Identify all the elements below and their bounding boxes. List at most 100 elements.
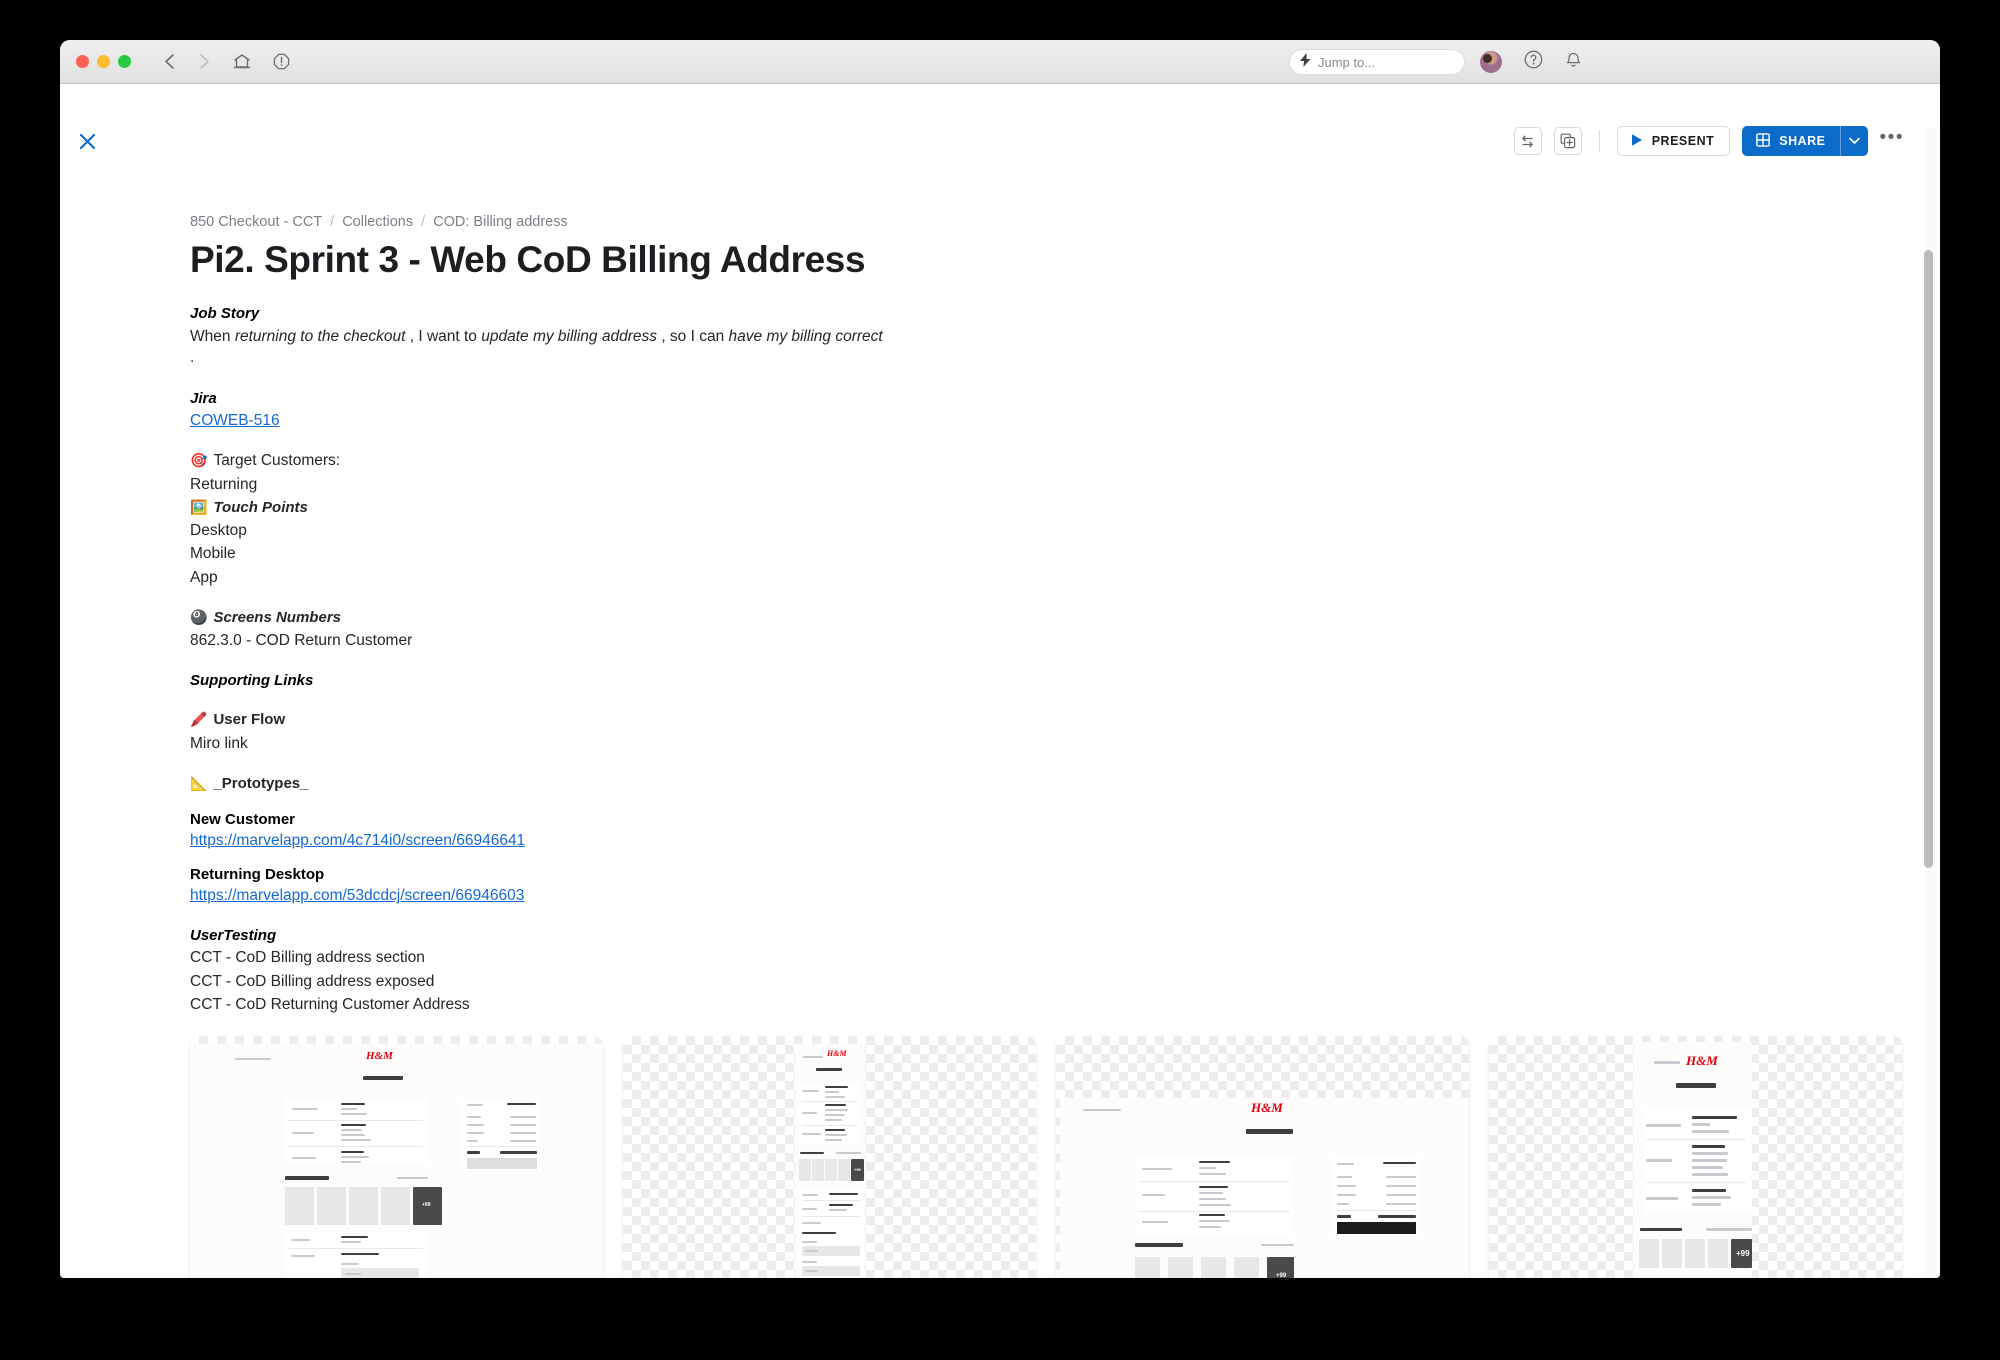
touch-point-app: App xyxy=(190,568,218,586)
user-testing-section: UserTesting CCT - CoD Billing address se… xyxy=(190,927,1880,1014)
screen-thumbnails: H&M +99 H&M +99 H&M +99 H&M +99 xyxy=(190,1036,1902,1278)
hm-logo: H&M xyxy=(1251,1100,1283,1115)
jira-section: Jira COWEB-516 xyxy=(190,390,1880,430)
hm-logo: H&M xyxy=(366,1050,393,1062)
lightning-icon xyxy=(1300,52,1311,72)
framed-picture-emoji: 🖼️ xyxy=(190,498,208,515)
browser-window: Jump to... PRESENT SHARE ••• 850 Checkou… xyxy=(60,40,1940,1278)
minimize-window-button[interactable] xyxy=(97,55,110,68)
prototype-link-new-customer[interactable]: https://marvelapp.com/4c714i0/screen/669… xyxy=(190,832,525,850)
overflow-badge: +99 xyxy=(1736,1249,1750,1258)
hm-logo: H&M xyxy=(1686,1053,1718,1068)
breadcrumb-separator: / xyxy=(330,214,335,230)
compare-versions-icon[interactable] xyxy=(1513,127,1542,155)
prototypes-heading: _Prototypes_ xyxy=(213,775,309,793)
page-title: Pi2. Sprint 3 - Web CoD Billing Address xyxy=(190,239,866,280)
prototype-link-returning-desktop[interactable]: https://marvelapp.com/53dcdcj/screen/669… xyxy=(190,887,524,905)
touch-points-heading: Touch Points xyxy=(213,498,308,516)
user-testing-heading: UserTesting xyxy=(190,927,277,945)
user-flow-heading: User Flow xyxy=(213,711,286,729)
close-window-button[interactable] xyxy=(76,55,89,68)
job-story-outcome: have my billing correct xyxy=(728,328,883,345)
share-button[interactable]: SHARE xyxy=(1742,126,1840,156)
stop-icon[interactable] xyxy=(273,53,290,70)
overflow-badge: +99 xyxy=(854,1167,861,1172)
jira-heading: Jira xyxy=(190,390,217,408)
thumbnail-desktop-cod-returning-customer[interactable]: H&M +99 xyxy=(1056,1036,1469,1278)
breadcrumb-item-collections[interactable]: Collections xyxy=(342,214,413,230)
target-customers-section: 🎯 Target Customers: Returning xyxy=(190,452,1880,494)
target-customers-heading: Target Customers: xyxy=(213,452,341,470)
present-label: PRESENT xyxy=(1651,134,1715,148)
help-icon[interactable] xyxy=(1524,50,1543,74)
forward-icon[interactable] xyxy=(198,53,211,70)
touch-points-section: 🖼️ Touch Points Desktop Mobile App xyxy=(190,499,1880,587)
back-icon[interactable] xyxy=(163,53,176,70)
supporting-links-section: Supporting Links xyxy=(190,672,1880,689)
share-dropdown-caret[interactable] xyxy=(1839,126,1868,156)
avatar[interactable] xyxy=(1480,51,1502,73)
thumbnail-desktop-cod-new-customer[interactable]: H&M +99 xyxy=(190,1036,603,1278)
target-customers-value: Returning xyxy=(190,475,258,493)
prototypes-section: 📐 _Prototypes_ New Customer https://marve… xyxy=(190,775,1880,905)
job-story-text: When returning to the checkout , I want … xyxy=(190,327,890,368)
overflow-badge: +99 xyxy=(422,1202,431,1208)
scrollbar-thumb[interactable] xyxy=(1924,250,1933,868)
share-grid-icon xyxy=(1756,132,1771,150)
share-button-group: SHARE xyxy=(1742,126,1868,156)
dart-emoji: 🎯 xyxy=(190,452,208,469)
breadcrumb: 850 Checkout - CCT / Collections / COD: … xyxy=(190,214,1880,230)
breadcrumb-item-project[interactable]: 850 Checkout - CCT xyxy=(190,214,322,230)
play-icon xyxy=(1630,133,1643,150)
screens-numbers-heading: Screens Numbers xyxy=(213,608,341,626)
document-toolbar: PRESENT SHARE ••• xyxy=(1513,126,1904,156)
user-testing-item: CCT - CoD Billing address section xyxy=(190,949,425,967)
touch-point-desktop: Desktop xyxy=(190,522,247,540)
share-label: SHARE xyxy=(1779,134,1826,148)
jump-to-search[interactable]: Jump to... xyxy=(1289,49,1465,75)
thumbnail-mobile-cod-returning-customer[interactable]: H&M +99 xyxy=(1489,1036,1902,1278)
app-content: PRESENT SHARE ••• 850 Checkout - CCT / C… xyxy=(60,84,1940,1278)
user-testing-item: CCT - CoD Returning Customer Address xyxy=(190,995,470,1013)
traffic-lights xyxy=(76,55,131,68)
maximize-window-button[interactable] xyxy=(118,55,131,68)
job-story-motivation: update my billing address xyxy=(481,328,658,345)
jira-ticket-link[interactable]: COWEB-516 xyxy=(190,412,280,430)
hm-logo: H&M xyxy=(827,1049,847,1058)
screens-numbers-section: 🎱 Screens Numbers 862.3.0 - COD Return Cu… xyxy=(190,609,1880,651)
more-options-button[interactable]: ••• xyxy=(1880,128,1904,154)
job-story-so: , so I can xyxy=(657,328,729,345)
close-doc-button[interactable] xyxy=(74,128,100,154)
browser-right-controls xyxy=(1480,40,1582,84)
notifications-icon[interactable] xyxy=(1565,50,1582,74)
breadcrumb-item-current[interactable]: COD: Billing address xyxy=(433,214,568,230)
toolbar-divider xyxy=(1598,130,1600,152)
thumbnail-mobile-cod-new-customer[interactable]: H&M +99 xyxy=(623,1036,1036,1278)
job-story-suffix: . xyxy=(190,348,195,366)
pencil-emoji: 🖍️ xyxy=(190,711,208,728)
user-flow-section: 🖍️ User Flow Miro link xyxy=(190,711,1880,753)
user-testing-item: CCT - CoD Billing address exposed xyxy=(190,972,435,990)
triangular-ruler-emoji: 📐 xyxy=(190,775,208,792)
user-flow-value: Miro link xyxy=(190,734,248,752)
prototype-label-new-customer: New Customer xyxy=(190,811,296,829)
job-story-want: , I want to xyxy=(405,328,482,345)
job-story-section: Job Story When returning to the checkout… xyxy=(190,305,1880,368)
browser-chrome: Jump to... xyxy=(60,40,1940,84)
document-body: 850 Checkout - CCT / Collections / COD: … xyxy=(190,214,1880,1073)
supporting-links-heading: Supporting Links xyxy=(190,672,314,690)
screens-numbers-value: 862.3.0 - COD Return Customer xyxy=(190,632,413,650)
scrollbar-track[interactable] xyxy=(1924,128,1937,1278)
pool-8-ball-emoji: 🎱 xyxy=(190,608,208,625)
overflow-badge: +99 xyxy=(1276,1273,1287,1278)
jump-to-placeholder: Jump to... xyxy=(1318,54,1376,70)
job-story-when: When xyxy=(190,328,235,345)
touch-point-mobile: Mobile xyxy=(190,545,236,563)
prototype-label-returning-desktop: Returning Desktop xyxy=(190,866,325,884)
present-button[interactable]: PRESENT xyxy=(1616,126,1731,156)
home-icon[interactable] xyxy=(233,53,251,70)
add-copy-icon[interactable] xyxy=(1553,127,1582,155)
breadcrumb-separator: / xyxy=(421,214,426,230)
job-story-heading: Job Story xyxy=(190,305,260,322)
browser-nav-controls xyxy=(163,53,290,70)
